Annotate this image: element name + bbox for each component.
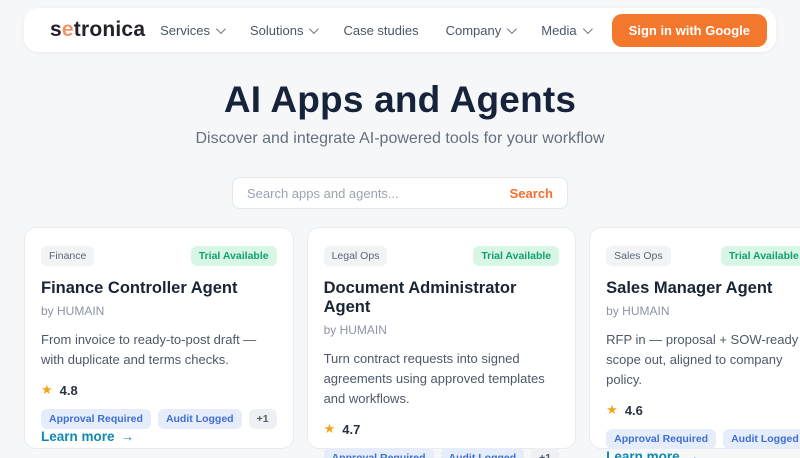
tag-approval-required: Approval Required xyxy=(41,409,151,430)
agent-card-document-administrator: Legal Ops Trial Available Document Admin… xyxy=(306,227,577,458)
nav-item-company[interactable]: Company xyxy=(445,22,518,38)
chevron-down-icon xyxy=(309,23,320,34)
sign-in-with-google-button[interactable]: Sign in with Google xyxy=(611,13,767,47)
trial-available-badge: Trial Available xyxy=(720,246,800,266)
card-title: Document Administrator Agent xyxy=(323,279,517,316)
star-icon: ★ xyxy=(41,382,53,398)
search-input[interactable] xyxy=(247,185,510,201)
nav-item-label: Solutions xyxy=(249,22,304,38)
tag-audit-logged: Audit Logged xyxy=(440,448,525,458)
nav-menu: Services Solutions Case studies Company … xyxy=(160,22,593,38)
logo-prefix: s xyxy=(50,18,62,41)
star-icon: ★ xyxy=(323,421,336,437)
chevron-down-icon xyxy=(507,23,518,34)
logo-accent: e xyxy=(61,18,74,41)
learn-more-link[interactable]: Learn more → xyxy=(606,449,800,458)
nav-item-label: Media xyxy=(541,22,577,38)
search-button[interactable]: Search xyxy=(510,186,553,201)
trial-available-badge: Trial Available xyxy=(190,246,277,266)
search-bar: Search xyxy=(232,177,568,209)
nav-item-label: Case studies xyxy=(343,22,419,38)
chevron-down-icon xyxy=(582,23,593,34)
trial-available-badge: Trial Available xyxy=(473,246,560,266)
nav-item-label: Services xyxy=(160,22,210,38)
arrow-right-icon: → xyxy=(685,449,700,458)
tag-approval-required: Approval Required xyxy=(323,448,434,458)
rating-value: 4.7 xyxy=(342,421,361,437)
tag-more-count: +1 xyxy=(248,409,277,430)
card-description: RFP in — proposal + SOW-ready scope out,… xyxy=(606,332,799,388)
tag-more-count: +1 xyxy=(531,448,560,458)
learn-more-link[interactable]: Learn more → xyxy=(41,429,277,444)
logo[interactable]: setronica xyxy=(50,18,145,42)
nav-item-media[interactable]: Media xyxy=(541,22,593,38)
chevron-down-icon xyxy=(215,23,226,34)
tag-audit-logged: Audit Logged xyxy=(157,409,242,430)
category-badge: Sales Ops xyxy=(606,246,671,266)
star-icon: ★ xyxy=(606,402,618,418)
page-subtitle: Discover and integrate AI-powered tools … xyxy=(195,130,605,147)
card-byline: by HUMAIN xyxy=(323,323,387,337)
agent-card-sales-manager: Sales Ops Trial Available Sales Manager … xyxy=(589,227,800,458)
nav-item-case-studies[interactable]: Case studies xyxy=(343,23,418,38)
card-title: Sales Manager Agent xyxy=(606,279,773,297)
rating-value: 4.8 xyxy=(59,382,78,398)
rating-value: 4.6 xyxy=(624,402,643,418)
tag-audit-logged: Audit Logged xyxy=(723,429,800,450)
card-title: Finance Controller Agent xyxy=(41,279,238,297)
agent-card-grid: Finance Trial Available Finance Controll… xyxy=(24,227,800,458)
page-title: AI Apps and Agents xyxy=(223,79,577,120)
nav-item-services[interactable]: Services xyxy=(160,22,226,38)
card-description: Turn contract requests into signed agree… xyxy=(323,351,545,407)
card-byline: by HUMAIN xyxy=(41,304,105,318)
hero-section: AI Apps and Agents Discover and integrat… xyxy=(0,79,800,148)
card-description: From invoice to ready-to-post draft — wi… xyxy=(41,332,257,368)
category-badge: Finance xyxy=(41,246,95,266)
agent-card-finance-controller: Finance Trial Available Finance Controll… xyxy=(24,227,294,449)
tag-approval-required: Approval Required xyxy=(606,429,717,450)
top-navigation-bar: setronica Services Solutions Case studie… xyxy=(24,8,776,52)
arrow-right-icon: → xyxy=(120,429,135,445)
logo-suffix: tronica xyxy=(73,18,146,41)
nav-item-label: Company xyxy=(445,22,502,38)
category-badge: Legal Ops xyxy=(323,246,388,266)
card-byline: by HUMAIN xyxy=(606,304,670,318)
nav-item-solutions[interactable]: Solutions xyxy=(249,22,320,38)
